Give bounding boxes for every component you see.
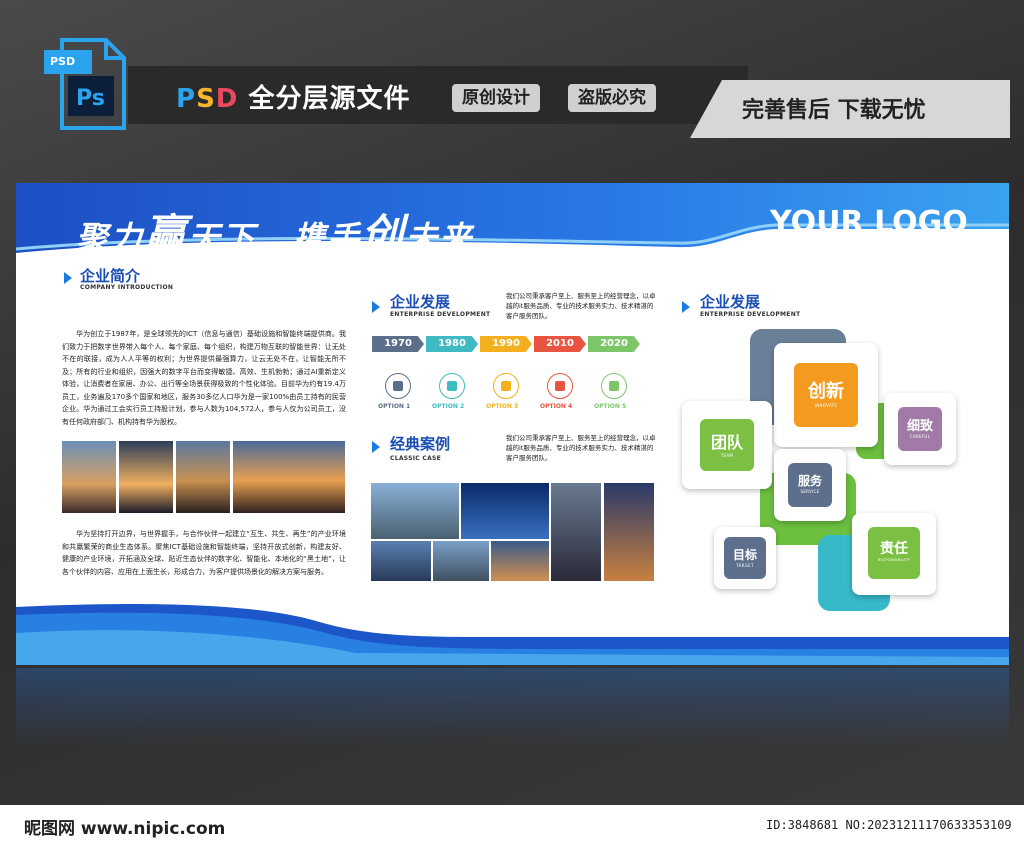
tile-innovate-inner: 创新 INNOVATE — [794, 363, 858, 427]
title-rest: 全分层源文件 — [248, 84, 411, 114]
timeline-option-icon — [439, 373, 465, 399]
intro-subtitle: COMPANY INTRODUCTION — [80, 284, 174, 291]
tile-service: 服务 SERVICE — [774, 449, 846, 521]
city-photo-3 — [176, 441, 230, 513]
cases-title: 经典案例 — [390, 435, 451, 453]
title-letter-d: D — [215, 84, 239, 114]
responsibility-en: RESPONSIBILITY — [877, 558, 911, 562]
case-photo-2 — [461, 483, 549, 539]
timeline-option-icon — [601, 373, 627, 399]
timeline-year: 2020 — [588, 336, 640, 352]
footer-id: ID:3848681 NO:20231211170633353109 — [766, 818, 1012, 832]
timeline-year: 1990 — [480, 336, 532, 352]
option-glyph — [555, 381, 565, 391]
target-en: TARGET — [736, 563, 754, 568]
footer-site: 昵图网 www.nipic.com — [24, 819, 226, 839]
slogan-part-d: 携手 — [293, 219, 362, 257]
city-photo-4 — [233, 441, 345, 513]
tile-target: 目标 TARGET — [714, 527, 776, 589]
timeline-option-label: OPTION 4 — [540, 403, 573, 410]
chevron-icon — [372, 301, 380, 313]
case-photo-1 — [371, 483, 459, 539]
innovate-en: INNOVATE — [814, 403, 838, 408]
option-glyph — [447, 381, 457, 391]
timeline-year: 1970 — [372, 336, 424, 352]
chevron-icon — [64, 272, 72, 284]
psd-badge: PSD — [50, 55, 76, 68]
tile-team: 团队 TEAM — [682, 401, 772, 489]
psd-file-icon — [44, 38, 126, 130]
tile-service-inner: 服务 SERVICE — [788, 463, 832, 507]
option-glyph — [501, 381, 511, 391]
cases-subtitle: CLASSIC CASE — [390, 455, 442, 462]
slogan-part-b: 赢 — [144, 210, 189, 259]
slogan-part-c: 天下 — [188, 219, 257, 257]
service-en: SERVICE — [800, 489, 820, 494]
city-photo-2 — [119, 441, 173, 513]
title-letter-s: S — [196, 84, 216, 114]
tile-team-inner: 团队 TEAM — [700, 419, 754, 471]
tile-responsibility: 责任 RESPONSIBILITY — [852, 513, 936, 595]
timeline-option-label: OPTION 3 — [486, 403, 519, 410]
case-photo-3 — [551, 483, 601, 581]
timeline-option-icon — [385, 373, 411, 399]
tile-responsibility-inner: 责任 RESPONSIBILITY — [868, 527, 920, 579]
development-subtitle: ENTERPRISE DEVELOPMENT — [390, 311, 491, 318]
header-slogan-right: 完善售后 下载无忧 — [742, 98, 926, 123]
careful-cn: 细致 — [906, 419, 933, 434]
header-title: PSD 全分层源文件 — [176, 78, 410, 115]
case-photo-7 — [491, 541, 549, 581]
slogan-part-e: 创 — [361, 210, 406, 259]
development-text: 我们公司秉承客户至上、服务至上的经营理念，以卓越的it服务品质、专业的技术服务实… — [506, 292, 656, 320]
intro-paragraph-2: 华为坚持打开边界，与世界握手，与合作伙伴一起建立“互生、共生、再生”的产业环境和… — [62, 530, 346, 576]
display-board: 聚力赢天下 携手创未来 YOUR LOGO 企业简介 COMPANY INTRO… — [16, 183, 1009, 665]
chevron-icon — [682, 301, 690, 313]
timeline-option-label: OPTION 1 — [378, 403, 411, 410]
board-bottom-wave — [16, 603, 1009, 665]
chevron-icon — [372, 441, 380, 453]
board-slogan: 聚力赢天下 携手创未来 — [76, 201, 473, 262]
timeline-year: 2010 — [534, 336, 586, 352]
title-letter-p: P — [176, 84, 197, 114]
tile-careful-inner: 细致 CAREFUL — [898, 407, 942, 451]
timeline-option-icon — [493, 373, 519, 399]
ps-label: Ps — [76, 86, 105, 111]
careful-en: CAREFUL — [909, 434, 931, 439]
target-cn: 目标 — [732, 548, 757, 562]
slogan-part-f: 未来 — [405, 219, 474, 257]
team-en: TEAM — [720, 453, 734, 458]
pill-piracy: 盗版必究 — [568, 84, 656, 112]
timeline-year: 1980 — [426, 336, 478, 352]
intro-paragraph-1: 华为创立于1987年，是全球领先的ICT（信息与通信）基础设施和智能终端提供商。… — [62, 330, 346, 426]
service-cn: 服务 — [797, 474, 822, 488]
values-title: 企业发展 — [700, 293, 761, 311]
board-reflection — [16, 668, 1009, 778]
timeline-option-icon — [547, 373, 573, 399]
timeline-option-label: OPTION 5 — [594, 403, 627, 410]
responsibility-cn: 责任 — [880, 541, 908, 557]
intro-title: 企业简介 — [80, 267, 141, 285]
development-title: 企业发展 — [390, 293, 451, 311]
tile-target-inner: 目标 TARGET — [724, 537, 766, 579]
timeline-option-label: OPTION 2 — [432, 403, 465, 410]
tile-innovate: 创新 INNOVATE — [774, 343, 878, 447]
slogan-part-a: 聚力 — [76, 219, 145, 257]
case-photo-4 — [604, 483, 654, 581]
option-glyph — [609, 381, 619, 391]
tile-careful: 细致 CAREFUL — [884, 393, 956, 465]
cases-text: 我们公司秉承客户至上、服务至上的经营理念，以卓越的it服务品质、专业的技术服务实… — [506, 434, 656, 462]
company-logo: YOUR LOGO — [770, 205, 968, 240]
city-photo-1 — [62, 441, 116, 513]
values-subtitle: ENTERPRISE DEVELOPMENT — [700, 311, 801, 318]
case-photo-6 — [433, 541, 489, 581]
case-photo-5 — [371, 541, 431, 581]
option-glyph — [393, 381, 403, 391]
innovate-cn: 创新 — [808, 381, 844, 402]
pill-original: 原创设计 — [452, 84, 540, 112]
team-cn: 团队 — [710, 433, 743, 452]
